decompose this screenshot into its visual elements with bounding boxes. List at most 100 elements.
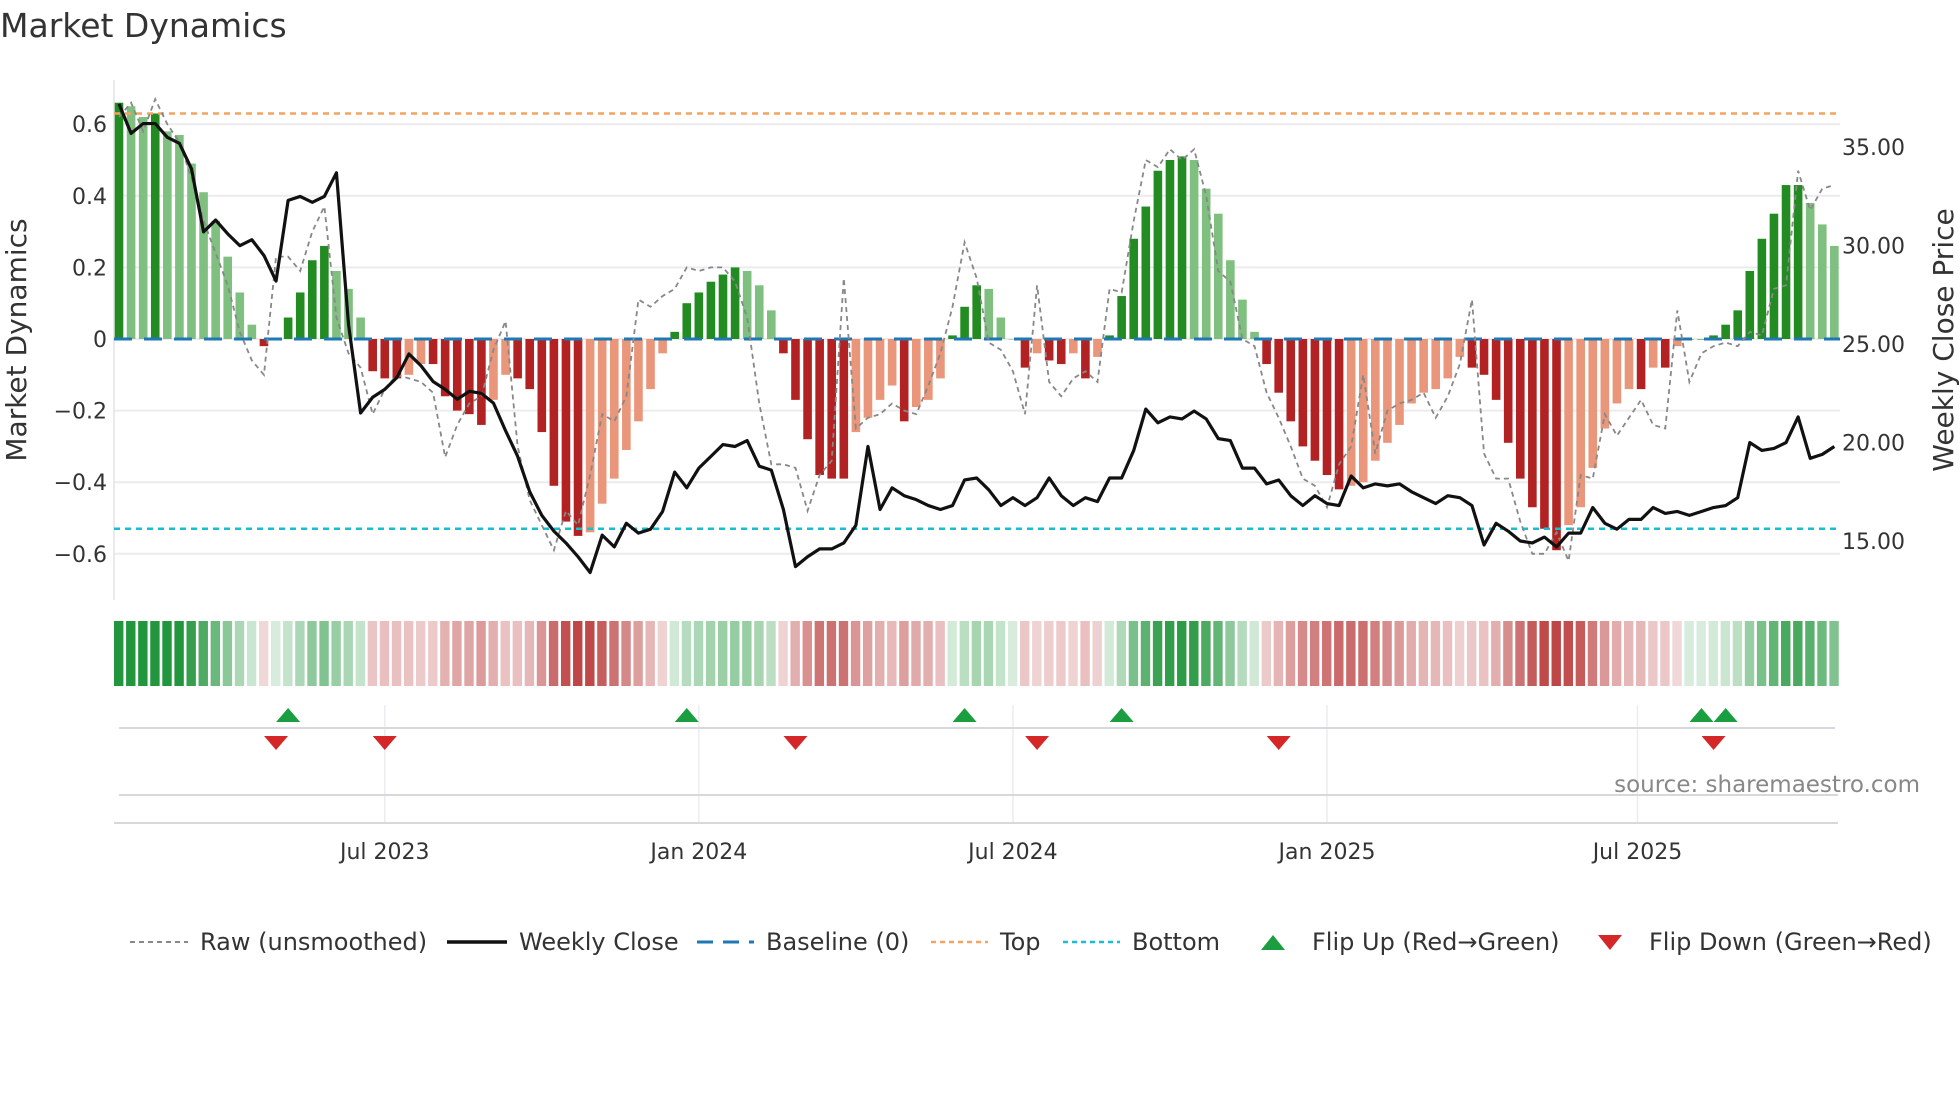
heat-cell <box>162 621 172 686</box>
heat-cell <box>911 621 921 686</box>
momentum-bar <box>320 245 329 339</box>
heat-cell <box>536 621 547 686</box>
heat-cell <box>621 621 631 686</box>
heat-cell <box>766 621 776 686</box>
heat-cell <box>633 621 643 686</box>
momentum-bar <box>1745 270 1755 339</box>
heat-cell <box>1201 621 1211 686</box>
heat-cell <box>1177 621 1187 686</box>
heat-cell <box>850 621 861 686</box>
momentum-bar <box>1141 206 1151 339</box>
heat-cell <box>1672 621 1682 686</box>
heat-cell <box>1599 621 1610 686</box>
momentum-bar <box>767 310 776 339</box>
heat-cell <box>1587 621 1598 686</box>
momentum-bar <box>1032 339 1042 354</box>
heat-cell <box>1575 621 1586 686</box>
momentum-bar <box>561 339 571 522</box>
momentum-bar <box>585 339 595 533</box>
flip-up-marker <box>276 708 301 722</box>
heat-cell <box>1660 621 1670 686</box>
x-tick-label: Jul 2023 <box>338 840 430 865</box>
heat-cell <box>1817 621 1827 686</box>
momentum-bar <box>899 339 909 422</box>
heat-cell <box>1768 621 1779 686</box>
heat-cell <box>1225 621 1235 686</box>
heat-cell <box>488 621 498 686</box>
flip-markers-panel <box>114 705 1838 824</box>
heat-cell <box>947 621 957 686</box>
heat-cell <box>1515 621 1525 686</box>
momentum-bar <box>754 285 764 339</box>
y2-tick-label: 35.00 <box>1842 136 1905 161</box>
heat-cell <box>391 621 402 686</box>
momentum-bar <box>513 339 522 379</box>
momentum-bar <box>1274 339 1283 393</box>
momentum-bar <box>682 303 692 339</box>
heat-cell <box>1285 621 1296 686</box>
heat-cell <box>1720 621 1731 686</box>
heat-cell <box>1648 621 1658 686</box>
heat-cell <box>899 621 909 686</box>
momentum-bar <box>1322 339 1332 476</box>
heat-cell <box>1382 621 1392 686</box>
heat-cell <box>1491 621 1501 686</box>
flip-down-marker <box>1266 736 1291 750</box>
y-tick-label: −0.6 <box>54 543 107 568</box>
heat-cell <box>1213 621 1223 686</box>
momentum-bar <box>1358 339 1368 483</box>
heat-cell <box>1696 621 1706 686</box>
heat-cell <box>597 621 607 686</box>
heat-cell <box>1334 621 1344 686</box>
heat-cell <box>1358 621 1368 686</box>
heat-cell <box>693 621 704 686</box>
momentum-bar <box>356 317 365 339</box>
momentum-bar <box>1129 238 1139 339</box>
heat-cell <box>452 621 462 686</box>
momentum-bar <box>1564 339 1573 526</box>
y-axis-label: Market Dynamics <box>0 218 33 461</box>
momentum-bar <box>1407 339 1416 404</box>
momentum-bar <box>960 306 969 339</box>
momentum-bar <box>295 292 305 339</box>
momentum-bar <box>1334 339 1344 490</box>
legend-label: Flip Up (Red→Green) <box>1312 928 1560 956</box>
y-tick-label: 0 <box>93 328 107 353</box>
heat-cell <box>1684 621 1694 686</box>
heat-cell <box>573 621 583 686</box>
flip-up-marker <box>952 708 977 722</box>
momentum-bar <box>1721 324 1730 339</box>
heat-cell <box>1140 621 1151 686</box>
heat-cell <box>307 621 317 686</box>
momentum-bar <box>1552 339 1561 551</box>
heat-cell <box>150 621 160 686</box>
heat-cell <box>1732 621 1743 686</box>
heat-cell <box>416 621 426 686</box>
legend-top: Top <box>931 924 1041 960</box>
heat-cell <box>186 621 196 686</box>
y-tick-label: −0.4 <box>54 471 107 496</box>
momentum-bar <box>211 220 220 339</box>
heat-cell <box>1805 621 1815 686</box>
legend-label: Top <box>1000 928 1041 956</box>
heat-cell <box>1273 621 1284 686</box>
heat-cell <box>283 621 293 686</box>
flip-down-marker <box>1701 736 1726 750</box>
momentum-bar <box>525 339 535 390</box>
momentum-bar <box>742 270 752 339</box>
heat-cell <box>464 621 474 686</box>
heat-cell <box>1370 621 1380 686</box>
momentum-bar <box>863 339 873 418</box>
heat-cell <box>657 621 667 686</box>
left-axis-ticks: 0.6 0.4 0.2 0 −0.2 −0.4 −0.6 <box>54 113 107 568</box>
heat-cell <box>524 621 535 686</box>
momentum-bar <box>1588 339 1598 468</box>
momentum-bar <box>718 274 728 339</box>
heat-cell <box>174 621 184 686</box>
heat-cell <box>1068 621 1078 686</box>
source-credit: source: sharemaestro.com <box>1614 772 1920 798</box>
heat-cell <box>681 621 692 686</box>
x-tick-label: Jan 2025 <box>1277 840 1376 865</box>
momentum-bar <box>1479 339 1489 375</box>
momentum-bar <box>1431 339 1441 390</box>
